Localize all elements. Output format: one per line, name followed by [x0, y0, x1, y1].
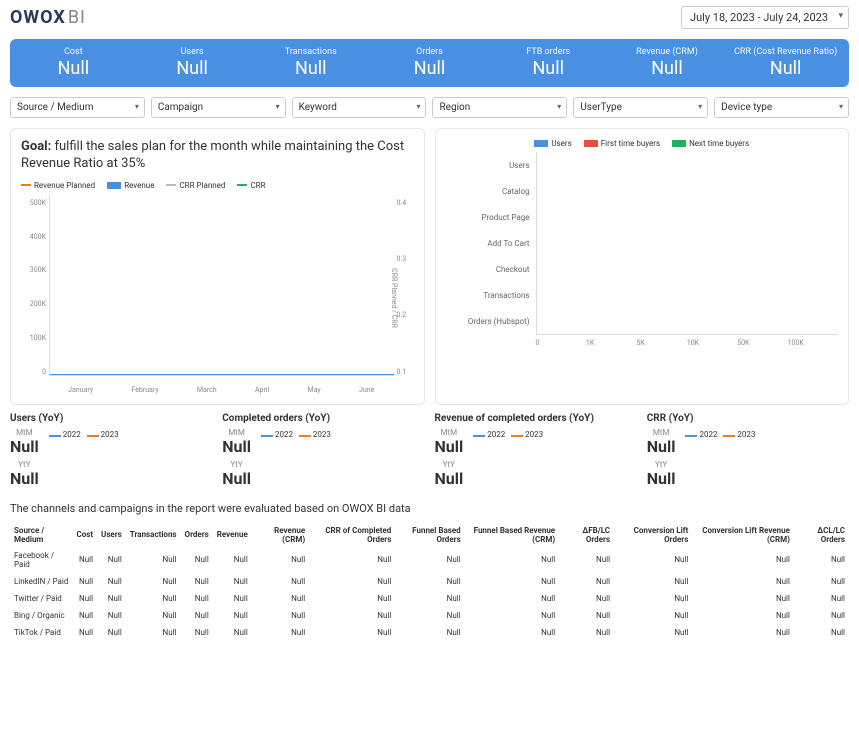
col-header[interactable]: Conversion Lift Revenue (CRM) — [692, 523, 794, 547]
metric-transactions: TransactionsNull — [251, 47, 370, 79]
col-header[interactable]: Funnel Based Revenue (CRM) — [465, 523, 559, 547]
col-header[interactable]: ΔFB/LC Orders — [559, 523, 614, 547]
goal-chart-card: Goal: fulfill the sales plan for the mon… — [10, 128, 425, 405]
col-header[interactable]: ΔCL/LC Orders — [794, 523, 849, 547]
yoy-card: Completed orders (YoY) MtMNull YtYNull 2… — [222, 413, 424, 492]
filter-device-type[interactable]: Device type — [714, 97, 849, 118]
yoy-card: Users (YoY) MtMNull YtYNull 2022 2023 — [10, 413, 212, 492]
table-title: The channels and campaigns in the report… — [10, 502, 849, 515]
table-row[interactable]: LinkedIN / PaidNullNullNullNullNullNullN… — [10, 573, 849, 590]
funnel-chart-card: Users First time buyers Next time buyers… — [435, 128, 850, 405]
yoy-card: CRR (YoY) MtMNull YtYNull 2022 2023 — [647, 413, 849, 492]
col-header[interactable]: Orders — [181, 523, 213, 547]
yoy-card: Revenue of completed orders (YoY) MtMNul… — [435, 413, 637, 492]
table-row[interactable]: Facebook / PaidNullNullNullNullNullNullN… — [10, 547, 849, 573]
filter-region[interactable]: Region — [432, 97, 567, 118]
col-header[interactable]: Source / Medium — [10, 523, 72, 547]
metrics-bar: CostNullUsersNullTransactionsNullOrdersN… — [10, 39, 849, 87]
metric-orders: OrdersNull — [370, 47, 489, 79]
metric-ftb-orders: FTB ordersNull — [489, 47, 608, 79]
filter-campaign[interactable]: Campaign — [151, 97, 286, 118]
col-header[interactable]: Cost — [72, 523, 97, 547]
metric-cost: CostNull — [14, 47, 133, 79]
date-range-picker[interactable]: July 18, 2023 - July 24, 2023 — [681, 6, 849, 29]
channels-table: Source / MediumCostUsersTransactionsOrde… — [10, 523, 849, 641]
metric-crr-cost-revenue-ratio-: CRR (Cost Revenue Ratio)Null — [726, 47, 845, 79]
col-header[interactable]: CRR of Completed Orders — [309, 523, 395, 547]
table-row[interactable]: Bing / OrganicNullNullNullNullNullNullNu… — [10, 607, 849, 624]
chart1-legend: Revenue Planned Revenue CRR Planned CRR — [21, 181, 414, 190]
col-header[interactable]: Revenue — [213, 523, 252, 547]
col-header[interactable]: Revenue (CRM) — [252, 523, 309, 547]
metric-revenue-crm-: Revenue (CRM)Null — [608, 47, 727, 79]
table-row[interactable]: Twitter / PaidNullNullNullNullNullNullNu… — [10, 590, 849, 607]
revenue-chart: 500K400K300K200K100K0 0.40.30.20.1 CRR P… — [21, 194, 414, 394]
funnel-chart: UsersCatalogProduct PageAdd To CartCheck… — [446, 152, 839, 392]
funnel-legend: Users First time buyers Next time buyers — [446, 139, 839, 148]
metric-users: UsersNull — [133, 47, 252, 79]
table-row[interactable]: TikTok / PaidNullNullNullNullNullNullNul… — [10, 624, 849, 641]
col-header[interactable]: Users — [97, 523, 126, 547]
col-header[interactable]: Conversion Lift Orders — [614, 523, 692, 547]
filter-keyword[interactable]: Keyword — [292, 97, 427, 118]
col-header[interactable]: Funnel Based Orders — [395, 523, 464, 547]
goal-text: Goal: fulfill the sales plan for the mon… — [21, 139, 414, 173]
logo: OWOXBI — [10, 7, 86, 28]
filter-source-medium[interactable]: Source / Medium — [10, 97, 145, 118]
col-header[interactable]: Transactions — [126, 523, 181, 547]
filter-usertype[interactable]: UserType — [573, 97, 708, 118]
